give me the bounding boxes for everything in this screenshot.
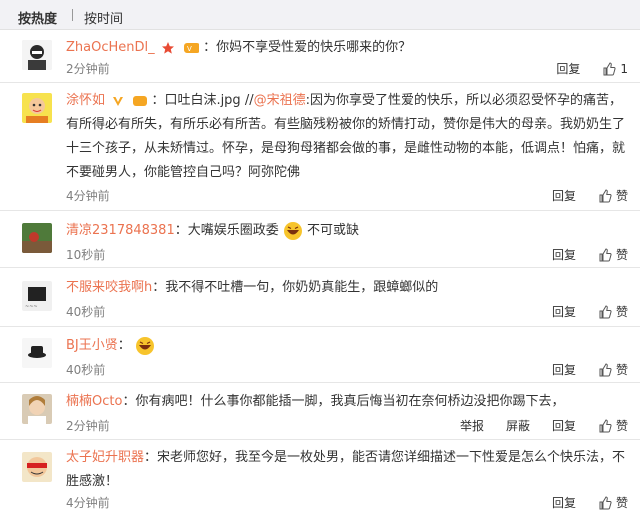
comment-text: ：宋老师您好，我至今是一枚处男，能否请您详细描述一下性爱是怎么个快乐法，不胜感激… xyxy=(66,450,626,489)
svg-text:~~~: ~~~ xyxy=(25,304,38,310)
thumbs-up-icon xyxy=(603,61,616,75)
avatar[interactable] xyxy=(22,338,52,368)
comment-time: 2分钟前 xyxy=(66,419,110,433)
thumbs-up-icon xyxy=(599,304,612,318)
like-label: 赞 xyxy=(615,305,628,319)
reply-button[interactable]: 回复 xyxy=(552,246,576,263)
tab-sort-by-time[interactable]: 按时间 xyxy=(84,8,123,27)
like-label: 赞 xyxy=(615,419,628,433)
laughing-emoji-icon xyxy=(135,336,154,355)
comment-item: ZhaOcHenDl_ V ：你妈不享受性爱的快乐哪来的你？ 2分钟前 回复 1 xyxy=(0,30,640,83)
comment-text-prefix: ：口吐白沫.jpg // xyxy=(151,93,254,108)
comment-item: BJ王小贤： 40秒前 回复 赞 xyxy=(0,327,640,383)
reply-button[interactable]: 回复 xyxy=(552,187,576,204)
avatar[interactable] xyxy=(22,93,52,123)
like-button[interactable]: 赞 xyxy=(598,246,628,263)
comment-text: ：大嘴娱乐圈政委 xyxy=(174,223,279,238)
reply-button[interactable]: 回复 xyxy=(552,303,576,320)
comment-item: 太子妃升职器：宋老师您好，我至今是一枚处男，能否请您详细描述一下性爱是怎么个快乐… xyxy=(0,440,640,514)
like-button[interactable]: 赞 xyxy=(598,494,628,511)
comment-username[interactable]: 涂怀如 xyxy=(66,93,105,108)
like-count: 1 xyxy=(620,61,628,76)
comment-text: ：你妈不享受性爱的快乐哪来的你？ xyxy=(203,40,412,55)
comment-text: ：我不得不吐槽一句，你奶奶真能生，跟蟑螂似的 xyxy=(152,280,439,295)
reply-button[interactable]: 回复 xyxy=(552,494,576,511)
thumbs-up-icon xyxy=(599,362,612,376)
star-badge-icon[interactable] xyxy=(161,41,175,55)
avatar[interactable] xyxy=(22,452,52,482)
like-button[interactable]: 赞 xyxy=(598,361,628,378)
like-button[interactable]: 赞 xyxy=(598,417,628,434)
comment-item: 楠楠Octo：你有病吧！什么事你都能插一脚，我真后悔当初在奈何桥边没把你踢下去，… xyxy=(0,383,640,440)
svg-text:V: V xyxy=(187,45,192,53)
laughing-emoji-icon xyxy=(283,221,302,240)
vip-badge-icon[interactable] xyxy=(111,94,125,108)
comment-text: ： xyxy=(117,338,131,353)
avatar[interactable]: ~~~ xyxy=(22,281,52,311)
vip-level-badge-icon[interactable] xyxy=(131,94,148,108)
thumbs-up-icon xyxy=(599,247,612,261)
comment-time: 40秒前 xyxy=(66,305,106,319)
comment-text-suffix: 不可或缺 xyxy=(307,223,360,238)
like-label: 赞 xyxy=(615,363,628,377)
tab-divider xyxy=(72,9,73,21)
vip-badge-icon[interactable]: V xyxy=(181,41,199,55)
comment-username[interactable]: ZhaOcHenDl_ xyxy=(66,40,155,55)
like-button[interactable]: 1 xyxy=(602,62,628,76)
comment-text: ：你有病吧！什么事你都能插一脚，我真后悔当初在奈何桥边没把你踢下去， xyxy=(122,394,565,409)
thumbs-up-icon xyxy=(599,495,612,509)
comment-text: :因为你享受了性爱的快乐，所以必须忍受怀孕的痛苦，有所得必有所失，有所乐必有所苦… xyxy=(66,93,626,180)
reply-button[interactable]: 回复 xyxy=(552,417,576,434)
avatar[interactable] xyxy=(22,40,52,70)
thumbs-up-icon xyxy=(599,188,612,202)
avatar[interactable] xyxy=(22,223,52,253)
comment-time: 2分钟前 xyxy=(66,62,110,76)
comment-username[interactable]: BJ王小贤 xyxy=(66,338,118,353)
like-label: 赞 xyxy=(615,189,628,203)
comment-mention[interactable]: @宋祖德 xyxy=(254,93,306,108)
comment-time: 10秒前 xyxy=(66,248,106,262)
comment-item: 涂怀如 ：口吐白沫.jpg //@宋祖德:因为你享受了性爱的快乐，所以必须忍受怀… xyxy=(0,83,640,211)
reply-button[interactable]: 回复 xyxy=(552,361,576,378)
comment-username[interactable]: 楠楠Octo xyxy=(66,394,122,409)
sort-tab-bar: 按热度 按时间 xyxy=(0,0,640,30)
comment-time: 4分钟前 xyxy=(66,496,110,510)
tab-sort-by-hot[interactable]: 按热度 xyxy=(18,8,57,27)
like-button[interactable]: 赞 xyxy=(598,187,628,204)
comment-username[interactable]: 清凉2317848381 xyxy=(66,223,175,238)
like-button[interactable]: 赞 xyxy=(598,303,628,320)
report-button[interactable]: 举报 xyxy=(460,417,484,434)
reply-button[interactable]: 回复 xyxy=(556,60,580,77)
thumbs-up-icon xyxy=(599,418,612,432)
comment-item: ~~~ 不服来咬我啊h：我不得不吐槽一句，你奶奶真能生，跟蟑螂似的 40秒前 回… xyxy=(0,268,640,327)
avatar[interactable] xyxy=(22,394,52,424)
comment-item: 清凉2317848381：大嘴娱乐圈政委 不可或缺 10秒前 回复 赞 xyxy=(0,211,640,268)
like-label: 赞 xyxy=(615,496,628,510)
comment-time: 4分钟前 xyxy=(66,189,110,203)
comment-username[interactable]: 太子妃升职器 xyxy=(66,450,144,465)
comment-time: 40秒前 xyxy=(66,363,106,377)
comment-username[interactable]: 不服来咬我啊h xyxy=(66,280,152,295)
block-button[interactable]: 屏蔽 xyxy=(506,417,530,434)
like-label: 赞 xyxy=(615,248,628,262)
